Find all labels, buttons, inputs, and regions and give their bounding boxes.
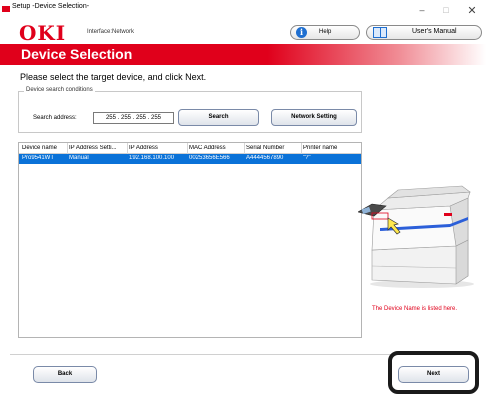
cell-serial-number: A4444567890 bbox=[246, 155, 284, 161]
table-row[interactable]: Pro9541WT Manual 192.168.100.100 0025365… bbox=[19, 154, 361, 164]
help-label: Help bbox=[319, 29, 332, 35]
column-header-printer-name[interactable]: Printer name bbox=[303, 145, 359, 151]
device-table[interactable]: Device name IP Address Setti... IP Addre… bbox=[18, 142, 362, 338]
cell-ip-setting: Manual bbox=[69, 155, 89, 161]
setup-window: Setup -Device Selection- – □ ✕ OKI Inter… bbox=[0, 0, 486, 394]
search-address-label: Search address: bbox=[33, 115, 77, 121]
column-divider[interactable] bbox=[67, 143, 68, 154]
logo-bar: OKI Interface:Network i Help User's Manu… bbox=[0, 22, 486, 44]
search-button[interactable]: Search bbox=[178, 109, 259, 126]
users-manual-button[interactable]: User's Manual bbox=[366, 25, 482, 40]
column-header-serial-number[interactable]: Serial Number bbox=[246, 145, 301, 151]
column-header-ip-address[interactable]: IP Address bbox=[129, 145, 187, 151]
network-setting-button[interactable]: Network Setting bbox=[271, 109, 357, 126]
printer-illustration bbox=[357, 180, 478, 290]
page-title: Device Selection bbox=[21, 46, 133, 62]
oki-app-icon bbox=[2, 6, 10, 12]
cell-mac-address: 00253656E566 bbox=[189, 155, 230, 161]
minimize-button[interactable]: – bbox=[410, 2, 434, 18]
oki-logo: OKI bbox=[19, 21, 67, 45]
info-icon: i bbox=[296, 27, 307, 38]
search-conditions-group: Device search conditions Search address:… bbox=[18, 87, 362, 133]
instruction-text: Please select the target device, and cli… bbox=[20, 72, 207, 82]
table-header: Device name IP Address Setti... IP Addre… bbox=[19, 143, 361, 154]
column-divider[interactable] bbox=[187, 143, 188, 154]
column-header-device-name[interactable]: Device name bbox=[22, 145, 66, 151]
column-divider[interactable] bbox=[244, 143, 245, 154]
help-button[interactable]: i Help bbox=[290, 25, 360, 40]
cell-device-name: Pro9541WT bbox=[22, 155, 55, 161]
window-title: Setup -Device Selection- bbox=[12, 3, 90, 10]
cell-ip-address: 192.168.100.100 bbox=[129, 155, 175, 161]
cell-printer-name: "?" bbox=[303, 155, 311, 161]
title-bar: Setup -Device Selection- – □ ✕ bbox=[0, 0, 486, 20]
interface-label: Interface:Network bbox=[87, 29, 135, 35]
column-divider[interactable] bbox=[127, 143, 128, 154]
close-button[interactable]: ✕ bbox=[460, 2, 484, 18]
device-name-caption: The Device Name is listed here. bbox=[372, 306, 458, 312]
book-icon bbox=[373, 27, 387, 38]
column-header-mac-address[interactable]: MAC Address bbox=[189, 145, 245, 151]
printer-image bbox=[357, 185, 474, 288]
column-divider[interactable] bbox=[301, 143, 302, 154]
next-highlight-frame bbox=[388, 351, 479, 394]
maximize-button[interactable]: □ bbox=[434, 2, 458, 18]
column-header-ip-setting[interactable]: IP Address Setti... bbox=[69, 145, 126, 151]
back-button[interactable]: Back bbox=[33, 366, 97, 383]
users-manual-label: User's Manual bbox=[412, 28, 457, 35]
group-caption: Device search conditions bbox=[24, 87, 95, 93]
search-address-input[interactable]: 255 . 255 . 255 . 255 bbox=[93, 112, 174, 124]
heading-band: Device Selection bbox=[0, 44, 486, 65]
